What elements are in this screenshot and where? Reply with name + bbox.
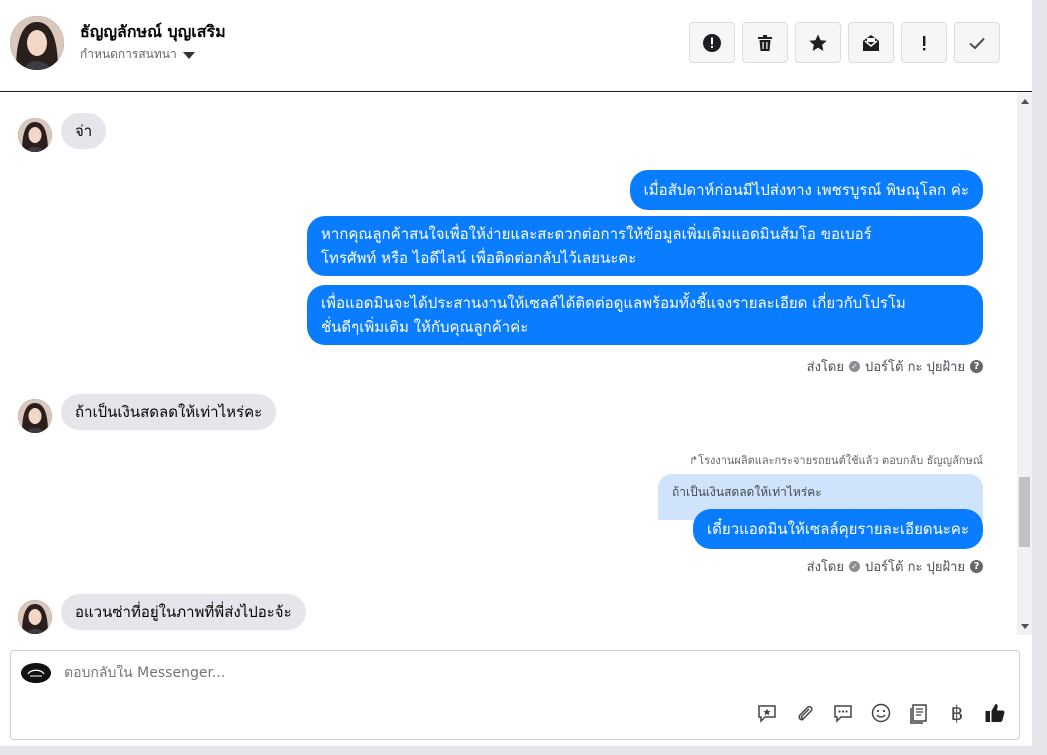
message-text-line: ชั่นดีๆเพิ่มเติม ให้กับคุณลูกค้าค่ะ — [321, 318, 529, 336]
help-icon[interactable]: ? — [970, 560, 983, 573]
check-icon — [969, 37, 985, 49]
exclamation-icon — [923, 35, 926, 50]
outgoing-message: เพื่อแอดมินจะได้ประสานงานให้เซลล์ได้ติดต… — [307, 285, 983, 345]
done-button[interactable] — [954, 22, 1000, 63]
outgoing-message: เมื่อสัปดาห์ก่อนมีไปส่งทาง เพชรบูรณ์ พิษ… — [629, 170, 983, 210]
scroll-thumb[interactable] — [1019, 477, 1030, 547]
help-icon[interactable]: ? — [970, 360, 983, 373]
conversation-toolbar — [689, 22, 1000, 63]
page-avatar — [21, 663, 51, 683]
contact-name: ธัญญลักษณ์ บุญเสริม — [80, 22, 226, 41]
verified-check-icon: ✓ — [849, 361, 860, 372]
thumbs-up-icon[interactable] — [983, 701, 1007, 725]
conversation-header: ธัญญลักษณ์ บุญเสริม กำหนดการสนทนา — [0, 0, 1032, 92]
contact-avatar[interactable] — [10, 16, 64, 70]
attachment-icon[interactable] — [793, 701, 817, 725]
caret-down-icon — [182, 52, 195, 59]
assign-conversation-dropdown[interactable]: กำหนดการสนทนา — [80, 45, 195, 64]
message-text-line: โทรศัพท์ หรือ ไอดีไลน์ เพื่อติดต่อกลับไว… — [321, 249, 637, 267]
star-button[interactable] — [795, 22, 841, 63]
reply-context-text: โรงงานผลิตและกระจายรถยนต์ใช้แล้ว ตอบกลับ… — [698, 454, 983, 467]
mark-unread-button[interactable] — [848, 22, 894, 63]
message-text: เมื่อสัปดาห์ก่อนมีไปส่งทาง เพชรบูรณ์ พิษ… — [643, 181, 969, 199]
baht-symbol: ฿ — [950, 701, 964, 725]
window-edge — [1032, 0, 1047, 755]
envelope-icon — [863, 34, 879, 51]
reply-input[interactable] — [64, 665, 764, 681]
sent-by-label: ส่งโดย — [806, 360, 844, 375]
star-icon — [809, 34, 827, 51]
spam-button[interactable] — [689, 22, 735, 63]
saved-reply-icon[interactable] — [755, 701, 779, 725]
incoming-message: ถ้าเป็นเงินสดลดให้เท่าไหร่คะ — [61, 394, 277, 430]
scroll-down-arrow-icon[interactable] — [1021, 624, 1029, 629]
important-button[interactable] — [901, 22, 947, 63]
messenger-inbox-window: ธัญญลักษณ์ บุญเสริม กำหนดการสนทนา จ่า เม… — [0, 0, 1047, 755]
chat-bubble-icon[interactable] — [831, 701, 855, 725]
contact-avatar-small — [18, 600, 52, 634]
document-icon[interactable] — [907, 701, 931, 725]
contact-avatar-small — [18, 399, 52, 433]
sent-by-info: ส่งโดย ✓ ปอร์โต้ กะ ปุยฝ้าย ? — [807, 356, 983, 377]
reply-arrow-icon: ↱ — [688, 454, 699, 467]
composer-toolbar: ฿ — [755, 701, 1007, 725]
contact-avatar-small — [18, 118, 52, 152]
reply-composer: ฿ — [10, 650, 1020, 740]
baht-icon[interactable]: ฿ — [945, 701, 969, 725]
sender-name: ปอร์โต้ กะ ปุยฝ้าย — [865, 560, 965, 575]
alert-circle-icon — [703, 33, 721, 52]
message-text-line: เพื่อแอดมินจะได้ประสานงานให้เซลล์ได้ติดต… — [321, 294, 906, 312]
incoming-message: อแวนซ่าที่อยู่ในภาพที่พี่ส่งไปอะจ้ะ — [61, 594, 306, 630]
sent-by-label: ส่งโดย — [806, 560, 844, 575]
outgoing-message: หากคุณลูกค้าสนใจเพื่อให้ง่ายและสะดวกต่อก… — [307, 216, 983, 276]
assign-conversation-label: กำหนดการสนทนา — [80, 47, 177, 61]
scroll-up-arrow-icon[interactable] — [1021, 99, 1029, 104]
outgoing-message: เดี๋ยวแอดมินให้เซลล์คุยรายละเอียดนะคะ — [693, 509, 983, 549]
window-edge — [0, 746, 1047, 755]
incoming-message: จ่า — [61, 113, 107, 149]
message-text: เดี๋ยวแอดมินให้เซลล์คุยรายละเอียดนะคะ — [707, 520, 969, 538]
verified-check-icon: ✓ — [849, 561, 860, 572]
thread-scrollbar[interactable] — [1017, 93, 1032, 635]
sender-name: ปอร์โต้ กะ ปุยฝ้าย — [865, 360, 965, 375]
sent-by-info: ส่งโดย ✓ ปอร์โต้ กะ ปุยฝ้าย ? — [807, 556, 983, 577]
emoji-icon[interactable] — [869, 701, 893, 725]
message-thread: จ่า เมื่อสัปดาห์ก่อนมีไปส่งทาง เพชรบูรณ์… — [0, 93, 1017, 635]
trash-icon — [758, 34, 772, 51]
reply-context-note: ↱โรงงานผลิตและกระจายรถยนต์ใช้แล้ว ตอบกลั… — [689, 451, 983, 469]
delete-button[interactable] — [742, 22, 788, 63]
message-text-line: หากคุณลูกค้าสนใจเพื่อให้ง่ายและสะดวกต่อก… — [321, 225, 872, 243]
